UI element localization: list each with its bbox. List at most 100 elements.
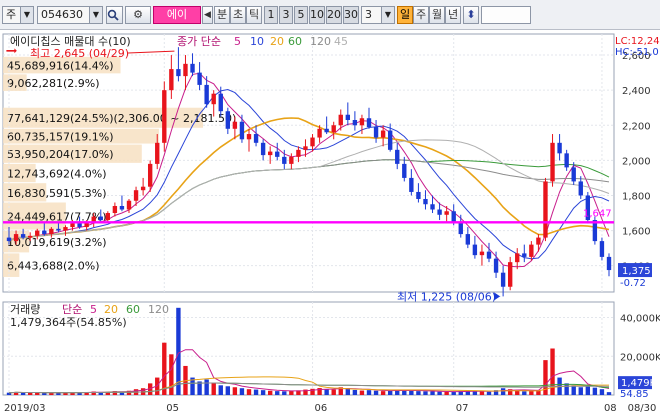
candle-body bbox=[543, 181, 548, 238]
tab-day[interactable]: 일 bbox=[397, 6, 413, 24]
chart-area: 45,689,916(14.4%) 9,062,281(2.9%) 77,641,1… bbox=[0, 30, 660, 413]
candle-body bbox=[27, 235, 33, 238]
tab-minute-label: 분 bbox=[216, 8, 228, 21]
candle-body bbox=[430, 204, 435, 210]
ma-period-label: 20 bbox=[270, 35, 284, 48]
stock-name-box[interactable]: 에이 bbox=[153, 6, 201, 24]
volume-profile-label: 60,735,157(19.1%) bbox=[7, 131, 114, 144]
tab-month[interactable]: 월 bbox=[429, 6, 445, 24]
ma-period-label: 60 bbox=[288, 35, 302, 48]
chevron-down-icon[interactable]: ▼ bbox=[381, 7, 394, 23]
period-20-button[interactable]: 20 bbox=[326, 6, 342, 24]
prev-button[interactable]: ◀ bbox=[202, 6, 213, 24]
level-label: 1,647 bbox=[583, 208, 612, 219]
candle-body bbox=[402, 163, 407, 178]
interval-select[interactable]: 3 ▼ bbox=[361, 6, 395, 24]
period-30-button[interactable]: 30 bbox=[343, 6, 359, 24]
volume-bar bbox=[239, 388, 245, 395]
candle-body bbox=[416, 191, 421, 199]
candle-body bbox=[331, 125, 336, 133]
volume-bar bbox=[380, 391, 386, 395]
tab-second[interactable]: 초 bbox=[230, 6, 246, 24]
price-tick-label: 1,600 bbox=[622, 227, 651, 238]
candle-body bbox=[564, 153, 569, 168]
tab-second-label: 초 bbox=[232, 8, 244, 21]
date-input[interactable] bbox=[481, 6, 531, 24]
tab-week[interactable]: 주 bbox=[413, 6, 429, 24]
candle-body bbox=[380, 130, 386, 138]
candle-body bbox=[500, 272, 506, 287]
volume-ma-period-label: 20 bbox=[104, 303, 118, 316]
candle-body bbox=[451, 211, 456, 222]
current-change-label: -0.72 bbox=[620, 278, 646, 289]
volume-tick-label: 20,000K bbox=[620, 352, 660, 363]
candle-body bbox=[465, 234, 471, 245]
chart-settings-button[interactable]: ⚙ bbox=[125, 6, 151, 24]
candle-body bbox=[218, 93, 223, 112]
chart-canvas: 45,689,916(14.4%) 9,062,281(2.9%) 77,641,1… bbox=[0, 30, 660, 413]
candle-body bbox=[267, 151, 273, 156]
volume-bar bbox=[592, 387, 598, 395]
volume-bar bbox=[352, 389, 358, 395]
candle-body bbox=[345, 114, 351, 120]
candle-body bbox=[437, 209, 442, 215]
period-1-button[interactable]: 1 bbox=[264, 6, 278, 24]
volume-bar bbox=[246, 389, 252, 395]
tab-month-label: 월 bbox=[431, 8, 443, 21]
chevron-down-icon[interactable]: ▼ bbox=[89, 7, 102, 23]
current-volume-label: 1,479K bbox=[621, 378, 657, 389]
hc-label: HC:-51,0 bbox=[615, 47, 659, 58]
volume-bar bbox=[204, 379, 209, 395]
candle-body bbox=[239, 121, 245, 140]
tab-tick[interactable]: 틱 bbox=[246, 6, 262, 24]
volume-ma-period-label: 120 bbox=[148, 303, 169, 316]
candle-body bbox=[387, 130, 393, 150]
ma-period-label: 10 bbox=[250, 35, 264, 48]
x-tick-label: 07 bbox=[456, 403, 469, 413]
tab-year[interactable]: 년 bbox=[445, 6, 461, 24]
candle-body bbox=[133, 190, 139, 201]
candle-body bbox=[373, 127, 379, 138]
current-price-label: 1,375 bbox=[622, 266, 651, 277]
move-button[interactable]: ⬍ bbox=[463, 6, 479, 24]
candle-body bbox=[6, 237, 12, 242]
candle-body bbox=[197, 72, 202, 85]
volume-bar bbox=[331, 389, 336, 395]
candle-body bbox=[536, 237, 541, 245]
candle-body bbox=[147, 163, 153, 187]
period-5-button[interactable]: 5 bbox=[294, 6, 308, 24]
ma-period-label: 45 bbox=[334, 35, 348, 48]
candle-body bbox=[507, 262, 513, 287]
chevron-down-icon[interactable]: ▼ bbox=[20, 7, 33, 23]
volume-tick-label: 40,000K bbox=[620, 314, 660, 325]
candle-body bbox=[606, 256, 612, 271]
volume-bar bbox=[282, 391, 287, 395]
candle-body bbox=[317, 128, 322, 138]
tab-year-label: 년 bbox=[447, 8, 459, 21]
period-10-label: 10 bbox=[310, 8, 324, 21]
volume-bar bbox=[606, 392, 612, 395]
volume-ma-period-label: 5 bbox=[90, 303, 97, 316]
chevron-left-icon: ◀ bbox=[204, 10, 211, 20]
tab-week-label: 주 bbox=[415, 8, 427, 21]
candle-body bbox=[303, 146, 308, 150]
candle-body bbox=[423, 198, 428, 205]
period-3-button[interactable]: 3 bbox=[279, 6, 293, 24]
volume-bar bbox=[162, 342, 167, 395]
volume-bar bbox=[218, 385, 223, 395]
volume-profile-label: 12,743,692(4.0%) bbox=[7, 168, 107, 181]
candle-body bbox=[599, 241, 605, 257]
candle-body bbox=[119, 206, 125, 210]
period-3-label: 3 bbox=[282, 8, 290, 21]
candle-body bbox=[70, 223, 75, 228]
code-select[interactable]: 054630 ▼ bbox=[37, 6, 103, 24]
search-button[interactable] bbox=[106, 6, 123, 24]
period-10-button[interactable]: 10 bbox=[309, 6, 325, 24]
candle-body bbox=[183, 63, 188, 77]
tab-minute[interactable]: 분 bbox=[214, 6, 230, 24]
volume-bar bbox=[486, 391, 492, 395]
market-select[interactable]: 주 ▼ bbox=[2, 6, 34, 24]
candle-body bbox=[246, 134, 252, 140]
volume-profile-label: 45,689,916(14.4%) bbox=[7, 60, 114, 73]
candle-body bbox=[20, 234, 26, 238]
